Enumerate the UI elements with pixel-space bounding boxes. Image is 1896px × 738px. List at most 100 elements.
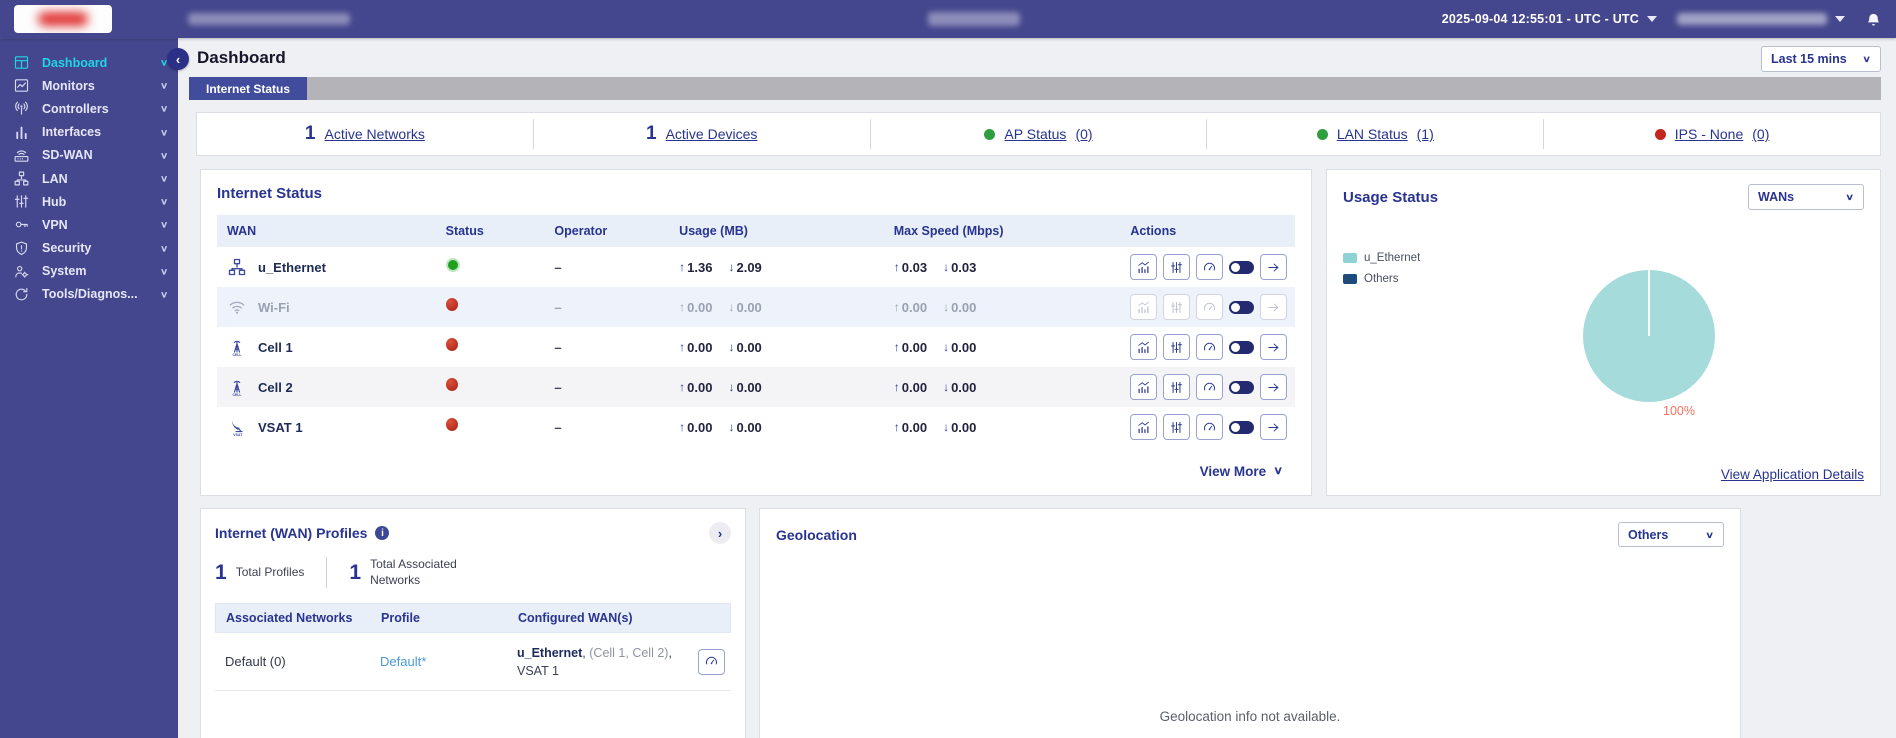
statistics-button[interactable]: [1130, 254, 1157, 280]
tab-internet-status[interactable]: Internet Status: [189, 77, 307, 100]
summary-link[interactable]: Active Devices: [666, 126, 758, 142]
enable-toggle[interactable]: [1229, 301, 1254, 314]
wan-usage: ↑0.00↓0.00: [671, 418, 886, 436]
chevron-down-icon: ∨: [1705, 529, 1714, 540]
usage-pie-chart[interactable]: [1583, 270, 1715, 402]
summary-count-link[interactable]: (0): [1752, 126, 1769, 142]
pie-percent-label: 100%: [1663, 404, 1695, 418]
usage-status-title: Usage Status: [1343, 189, 1438, 206]
redacted-context-label: [188, 13, 350, 25]
speedtest-button[interactable]: [1196, 294, 1223, 320]
wan-max-speed: ↑0.03↓0.03: [886, 258, 1131, 276]
sidebar-item-label: Monitors: [42, 79, 160, 93]
statistics-button[interactable]: [1130, 294, 1157, 320]
user-account-menu[interactable]: [1677, 13, 1845, 25]
statistics-button[interactable]: [1130, 374, 1157, 400]
chevron-down-icon: ∨: [160, 127, 168, 137]
cell-icon: CELL: [227, 337, 247, 357]
statistics-button[interactable]: [1130, 414, 1157, 440]
summary-item-lan-status: LAN Status (1): [1206, 119, 1543, 149]
summary-count-link[interactable]: (0): [1075, 126, 1092, 142]
usage-filter-value: WANs: [1758, 190, 1794, 204]
legend-swatch: [1343, 253, 1357, 263]
wan-operator: –: [546, 300, 671, 315]
statistics-button[interactable]: [1130, 334, 1157, 360]
timezone-selector[interactable]: 2025-09-04 12:55:01 - UTC - UTC: [1442, 12, 1657, 26]
sidebar-item-label: Hub: [42, 195, 160, 209]
wan-status-down-icon: [446, 298, 458, 311]
column-header-operator: Operator: [546, 224, 671, 238]
stats-icon: [1136, 380, 1151, 395]
sidebar-item-interfaces[interactable]: Interfaces ∨: [0, 121, 178, 144]
chevron-down-icon: ∨: [160, 173, 168, 183]
sidebar-collapse-button[interactable]: ‹: [167, 48, 189, 70]
enable-toggle[interactable]: [1229, 341, 1254, 354]
chevron-down-icon: ∨: [160, 220, 168, 230]
chevron-down-icon: ∨: [1845, 192, 1854, 203]
wan-status-down-icon: [446, 378, 458, 391]
speedtest-button[interactable]: [1196, 374, 1223, 400]
down-arrow-icon: ↓: [943, 340, 949, 354]
configure-button[interactable]: [1163, 414, 1190, 440]
sidebar-item-tools-diagnos[interactable]: Tools/Diagnos... ∨: [0, 283, 178, 306]
details-arrow-button[interactable]: [1260, 334, 1287, 360]
enable-toggle[interactable]: [1229, 381, 1254, 394]
summary-link[interactable]: Active Networks: [325, 126, 425, 142]
geolocation-filter-select[interactable]: Others ∨: [1618, 522, 1724, 547]
summary-link[interactable]: IPS - None: [1675, 126, 1743, 142]
summary-count-link[interactable]: (1): [1417, 126, 1434, 142]
pie-slice-divider: [1648, 270, 1650, 336]
sidebar-item-lan[interactable]: LAN ∨: [0, 167, 178, 190]
sidebar-item-monitors[interactable]: Monitors ∨: [0, 74, 178, 97]
up-arrow-icon: ↑: [679, 340, 685, 354]
ethernet-icon: [227, 257, 247, 277]
arrow-right-icon: [1266, 340, 1281, 355]
details-arrow-button[interactable]: [1260, 294, 1287, 320]
usage-filter-select[interactable]: WANs ∨: [1748, 184, 1864, 210]
configure-button[interactable]: [1163, 374, 1190, 400]
sidebar-item-dashboard[interactable]: Dashboard ∨: [0, 51, 178, 74]
wan-row-wi-fi: Wi-Fi – ↑0.00↓0.00 ↑0.00↓0.00: [217, 287, 1295, 327]
summary-link[interactable]: LAN Status: [1337, 126, 1408, 142]
sidebar-item-hub[interactable]: Hub ∨: [0, 190, 178, 213]
details-arrow-button[interactable]: [1260, 374, 1287, 400]
view-more-link[interactable]: View More ∨: [1200, 463, 1283, 479]
configure-button[interactable]: [1163, 254, 1190, 280]
stats-icon: [1136, 340, 1151, 355]
speedtest-button[interactable]: [1196, 414, 1223, 440]
wan-usage: ↑0.00↓0.00: [671, 378, 886, 396]
notification-bell-icon[interactable]: [1865, 11, 1882, 28]
summary-link[interactable]: AP Status: [1004, 126, 1066, 142]
profiles-table-header: Associated NetworksProfileConfigured WAN…: [215, 603, 731, 633]
arrow-right-icon: [1266, 300, 1281, 315]
gauge-icon: [704, 654, 719, 669]
down-arrow-icon: ↓: [728, 380, 734, 394]
profiles-table: Associated NetworksProfileConfigured WAN…: [215, 603, 731, 691]
enable-toggle[interactable]: [1229, 421, 1254, 434]
time-range-select[interactable]: Last 15 mins ∨: [1761, 46, 1881, 72]
speedtest-button[interactable]: [1196, 334, 1223, 360]
wan-operator: –: [546, 420, 671, 435]
lan-icon: [13, 170, 30, 187]
sliders-icon: [1169, 380, 1184, 395]
internet-status-card: Internet Status WANStatusOperatorUsage (…: [200, 169, 1312, 496]
speedtest-button[interactable]: [698, 649, 725, 675]
sidebar-item-security[interactable]: Security ∨: [0, 237, 178, 260]
sidebar-item-vpn[interactable]: VPN ∨: [0, 213, 178, 236]
chevron-right-icon[interactable]: ›: [709, 522, 731, 544]
chevron-down-icon: ∨: [1862, 54, 1871, 65]
details-arrow-button[interactable]: [1260, 254, 1287, 280]
configure-button[interactable]: [1163, 294, 1190, 320]
profile-link[interactable]: Default*: [380, 654, 426, 669]
enable-toggle[interactable]: [1229, 261, 1254, 274]
geolocation-filter-value: Others: [1628, 528, 1668, 542]
topbar: 2025-09-04 12:55:01 - UTC - UTC: [0, 0, 1896, 38]
sidebar-item-system[interactable]: System ∨: [0, 260, 178, 283]
speedtest-button[interactable]: [1196, 254, 1223, 280]
sidebar-item-sd-wan[interactable]: SD-WAN ∨: [0, 144, 178, 167]
sidebar-item-controllers[interactable]: Controllers ∨: [0, 97, 178, 120]
view-application-details-link[interactable]: View Application Details: [1721, 467, 1864, 482]
info-icon[interactable]: i: [375, 526, 389, 540]
configure-button[interactable]: [1163, 334, 1190, 360]
details-arrow-button[interactable]: [1260, 414, 1287, 440]
